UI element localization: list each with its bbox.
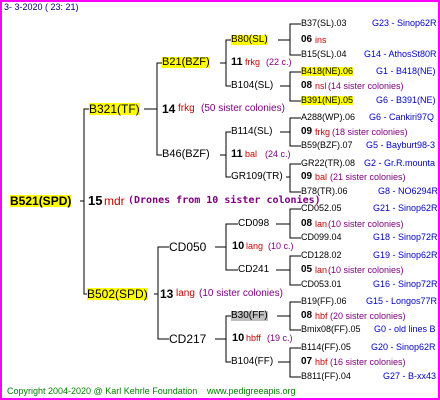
gen4-queen-ref: G1 - B418(NE)	[376, 66, 436, 76]
gen4-queen-ref: G20 - Sinop62R	[371, 342, 436, 352]
gen3-queen-note: (20 sister colonies)	[330, 311, 406, 321]
gen2-queen-label: B46(BZF)	[162, 148, 210, 160]
gen4-queen-ref: G16 - Sinop72R	[373, 279, 438, 289]
gen4-queen-ref: G15 - Longos77R	[366, 296, 438, 306]
root-queen-number: 15	[88, 193, 103, 208]
gen4-queen-ref: G6 - B391(NE)	[376, 95, 436, 105]
pedigree-chart: 3- 3-2020 ( 23: 21) B521(SPD) 15 mdr (Dr…	[0, 0, 440, 400]
gen1-queen-label: B502(SPD)	[87, 287, 148, 301]
gen4-queen-ref: G0 - old lines B	[374, 324, 436, 334]
gen1-queen-number: 13	[160, 287, 174, 301]
gen4-queen-ref: G5 - Bayburt98-3	[366, 140, 436, 150]
gen1-queen-note: (10 sister colonies)	[199, 288, 283, 299]
gen4-queen-ref: G18 - Sinop72R	[373, 232, 438, 242]
gen3-queen-note: (10 sister colonies)	[328, 219, 404, 229]
gen3-queen-number: 06	[301, 34, 313, 45]
gen3-queen-note: (18 sister colonies)	[332, 127, 408, 137]
gen3-queen-label: B104(FF)	[231, 356, 274, 367]
gen3-queen-number: 07	[301, 356, 313, 367]
gen3-queen-country: hbf	[315, 357, 328, 367]
gen3-queen-label: B104(SL)	[231, 80, 274, 91]
gen2-queen-number: 10	[232, 332, 245, 344]
gen3-queen-number: 09	[301, 171, 313, 182]
gen1-queen-number: 14	[162, 102, 176, 116]
gen4-queen-ref: G2 - Gr.R.mounta	[364, 158, 436, 168]
gen4-queen-ref: G23 - Sinop62R	[372, 18, 437, 28]
gen2-queen-number: 10	[232, 240, 245, 252]
gen4-queen-label: B418(NE).06	[301, 66, 354, 76]
gen3-queen-country: bal	[315, 172, 328, 182]
gen2-queen-country: bal	[245, 149, 258, 159]
gen4-queen-label: B78(TR).06	[301, 186, 348, 196]
gen4-queen-ref: G14 - AthosSt80R	[364, 49, 437, 59]
gen4-queen-ref: G27 - B-xx43	[383, 371, 437, 381]
gen2-queen-country: lang	[246, 241, 264, 251]
gen4-queen-label: GR22(TR).08	[301, 158, 356, 168]
gen2-queen-note: (10 c.)	[268, 241, 294, 251]
gen3-queen-note: (10 sister colonies)	[328, 265, 404, 275]
gen3-queen-number: 08	[301, 310, 313, 321]
gen1-queen-country: frkg	[178, 103, 195, 114]
gen4-queen-label: B391(NE).05	[301, 95, 354, 105]
gen4-queen-label: B37(SL).03	[301, 18, 347, 28]
gen2-queen-number: 11	[231, 148, 243, 160]
gen3-queen-number: 09	[301, 126, 313, 137]
gen4-queen-label: CD052.05	[301, 203, 342, 213]
gen3-queen-label: GR109(TR)	[231, 171, 283, 182]
gen4-queen-label: B59(BZF).07	[301, 140, 353, 150]
gen4-queen-label: B114(FF).05	[301, 342, 351, 352]
gen3-queen-note: (14 sister colonies)	[328, 81, 404, 91]
report-date: 3- 3-2020 ( 23: 21)	[4, 2, 79, 12]
gen3-queen-country: nsl	[315, 81, 327, 91]
gen1-queen-country: lang	[176, 288, 195, 299]
gen3-queen-country: lan	[315, 219, 328, 229]
gen3-queen-label: B114(SL)	[231, 126, 273, 137]
gen1-queen-note: (50 sister colonies)	[201, 103, 285, 114]
gen2-queen-note: (24 c.)	[265, 149, 291, 159]
gen4-queen-label: CD128.02	[301, 250, 342, 260]
gen3-queen-label: CD241	[238, 264, 270, 275]
gen4-queen-ref: G6 - Cankiri97Q	[369, 112, 435, 122]
gen3-queen-label: CD098	[238, 218, 270, 229]
gen4-queen-label: CD099.04	[301, 232, 342, 242]
root-queen-country: mdr	[104, 194, 125, 208]
gen3-queen-number: 05	[301, 264, 313, 275]
gen4-queen-label: B15(SL).04	[301, 49, 347, 59]
gen2-queen-country: hbff	[246, 333, 261, 343]
gen4-queen-label: CD053.01	[301, 279, 342, 289]
gen3-queen-country: frkg	[315, 127, 331, 137]
gen3-queen-number: 08	[301, 218, 313, 229]
gen3-queen-label: B80(SL)	[231, 34, 268, 45]
gen2-queen-note: (19 c.)	[267, 333, 293, 343]
gen3-queen-note: (21 sister colonies)	[330, 172, 406, 182]
gen3-queen-note: (16 sister colonies)	[330, 357, 406, 367]
root-queen-note: (Drones from 10 sister colonies)	[128, 195, 321, 206]
gen4-queen-ref: G21 - Sinop62R	[373, 203, 438, 213]
footer-website-link[interactable]: www.pedigreeapis.org	[207, 387, 296, 396]
gen4-queen-label: Bmix08(FF).05	[301, 324, 361, 334]
gen2-queen-country: frkg	[245, 57, 261, 67]
root-queen-label: B521(SPD)	[10, 194, 72, 208]
gen4-queen-label: B19(FF).06	[301, 296, 347, 306]
gen1-queen-label: B321(TF)	[89, 102, 140, 116]
gen2-queen-label: B21(BZF)	[162, 56, 210, 68]
gen2-queen-note: (22 c.)	[266, 57, 292, 67]
gen4-queen-ref: G19 - Sinop62R	[373, 250, 438, 260]
gen3-queen-country: lan	[315, 265, 328, 275]
gen2-queen-number: 11	[231, 56, 243, 68]
gen3-queen-label: B30(FF)	[231, 310, 268, 321]
gen3-queen-country: hbf	[315, 311, 328, 321]
gen2-queen-label: CD050	[169, 240, 207, 254]
footer-copyright: Copyright 2004-2020 @ Karl Kehrle Founda…	[7, 386, 198, 396]
gen3-queen-country: ins	[315, 35, 327, 45]
gen2-queen-label: CD217	[169, 332, 207, 346]
gen4-queen-label: A288(WP).06	[301, 112, 356, 122]
gen4-queen-label: B811(FF).04	[301, 371, 351, 381]
gen3-queen-number: 08	[301, 80, 313, 91]
gen4-queen-ref: G8 - NO6294R	[378, 186, 439, 196]
